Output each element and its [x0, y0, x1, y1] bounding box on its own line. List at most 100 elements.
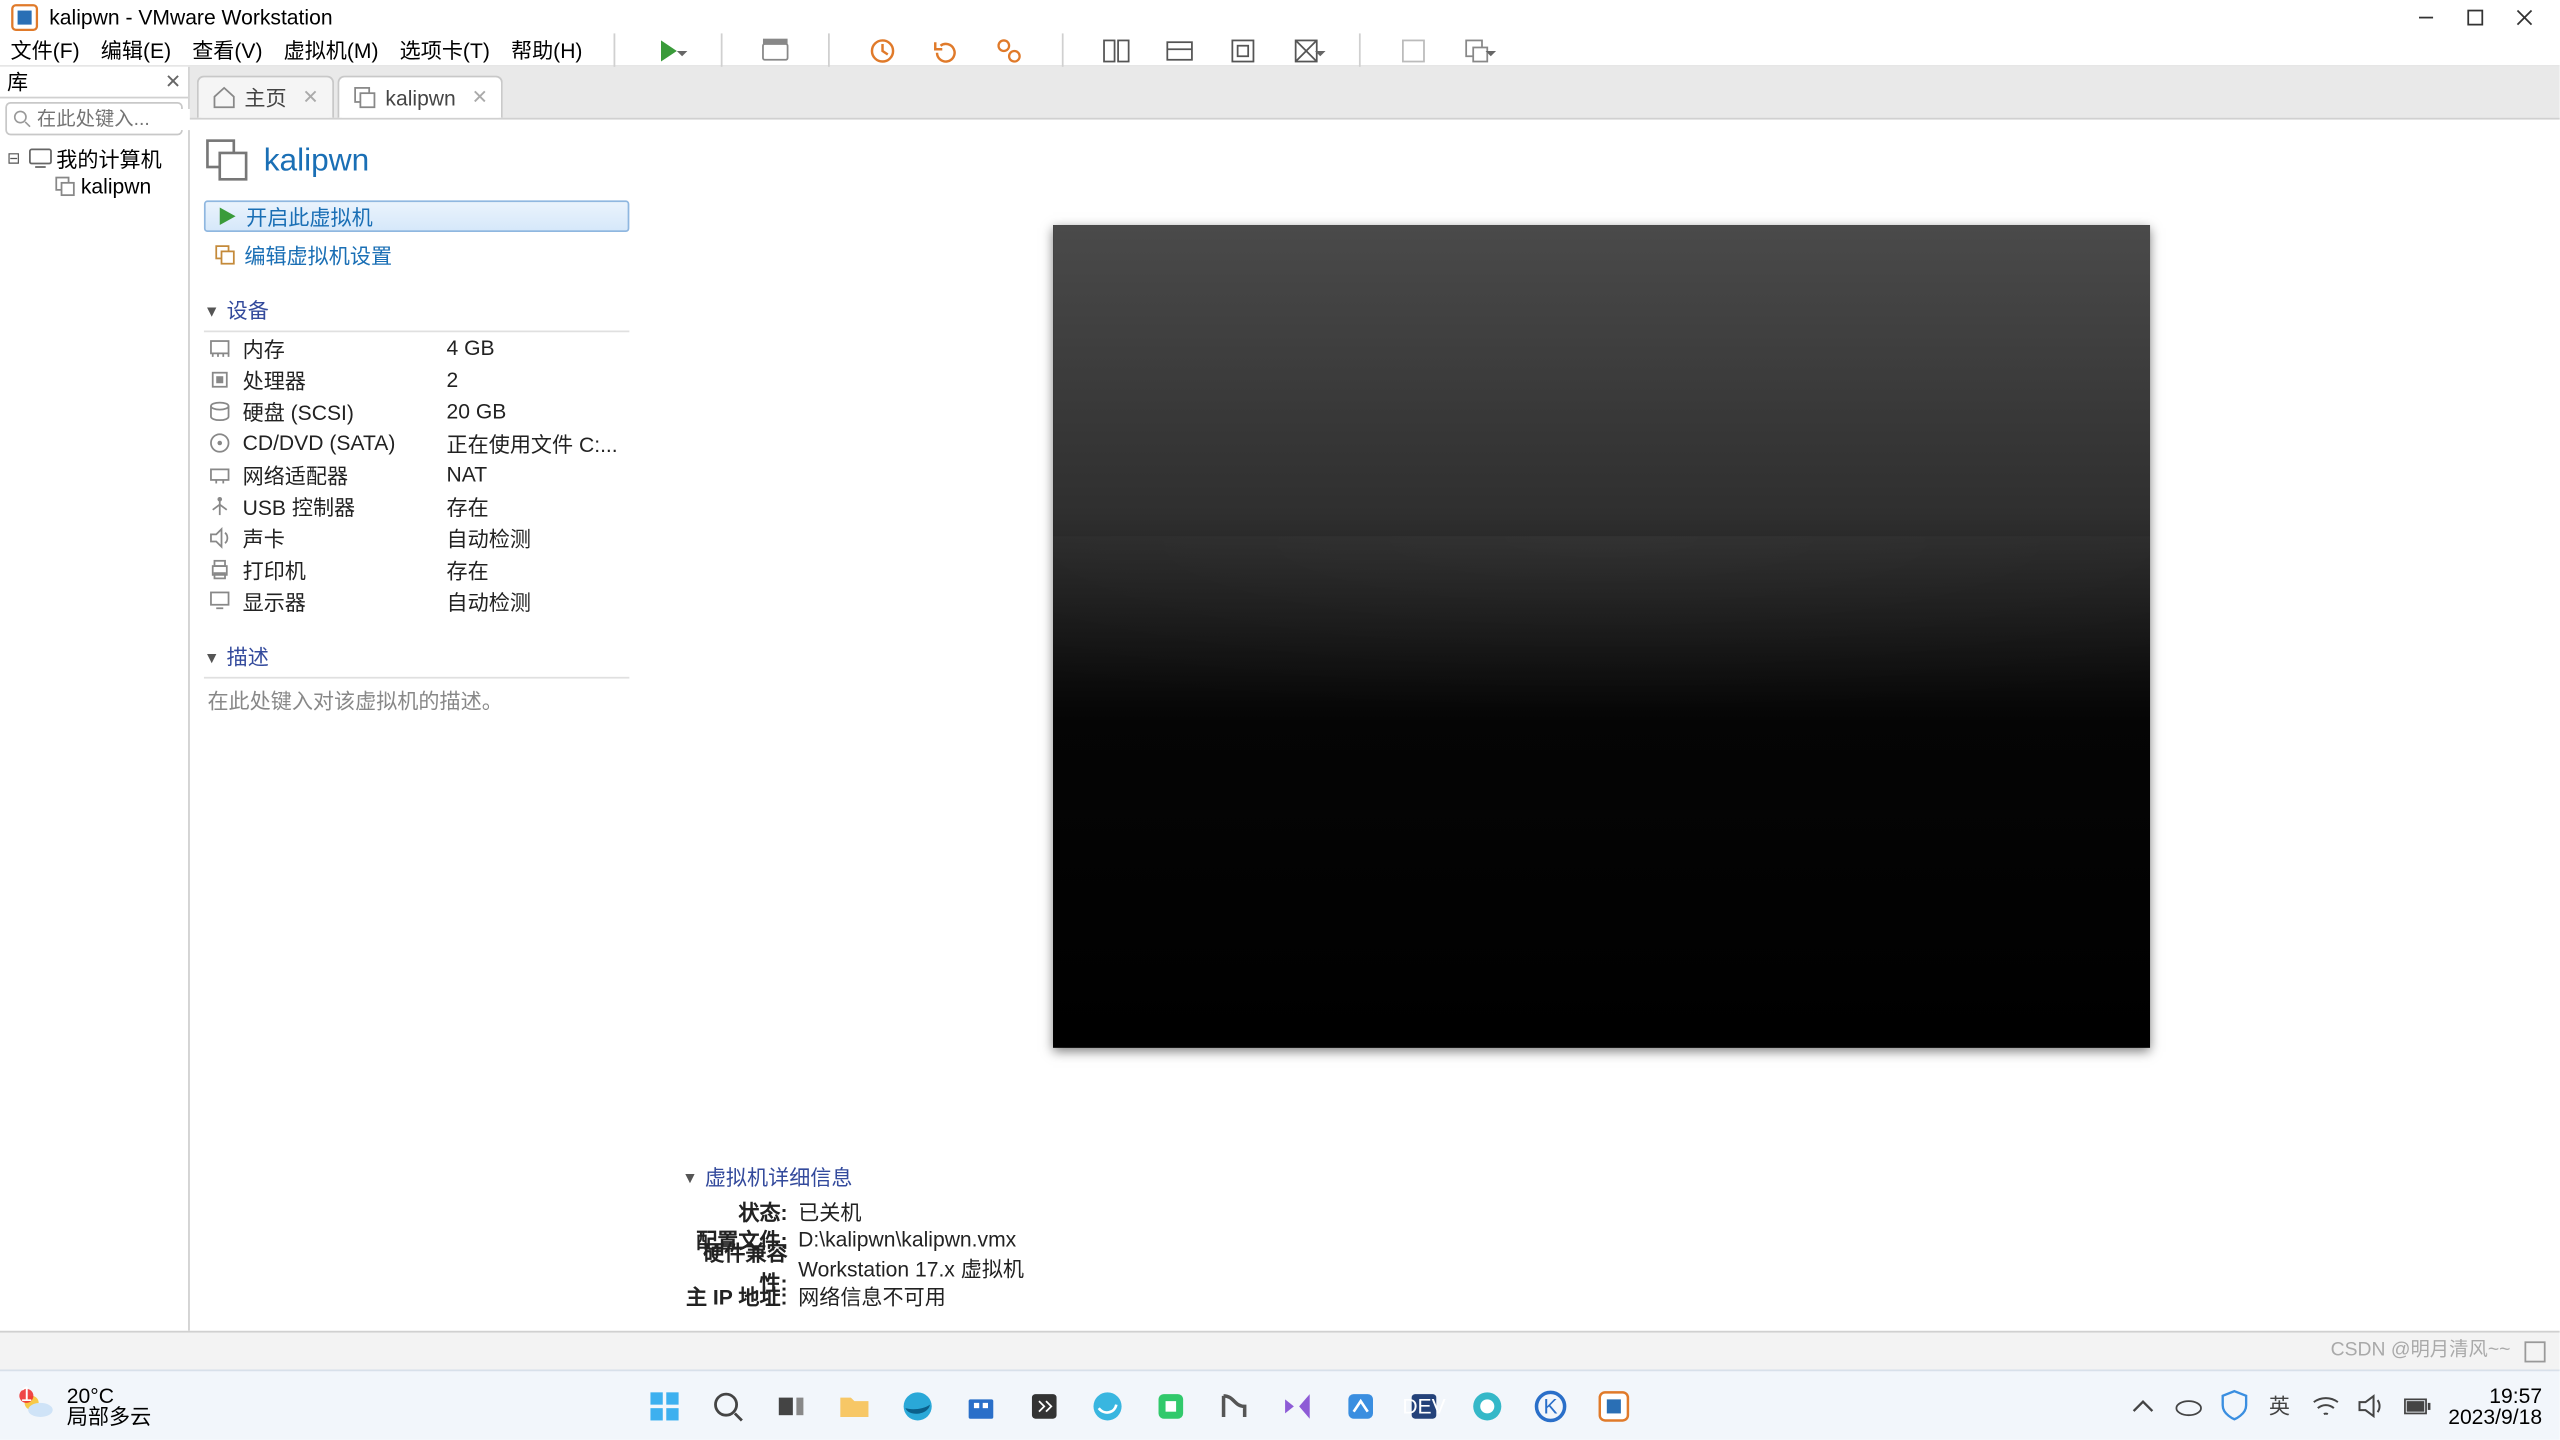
device-label: CD/DVD (SATA)	[243, 431, 436, 456]
device-value: 2	[447, 367, 459, 392]
thumbnail-button[interactable]	[1393, 29, 1435, 71]
taskbar-app-6[interactable]: DEV	[1400, 1381, 1449, 1430]
library-close-button[interactable]: ✕	[165, 70, 181, 93]
snapshot-button[interactable]	[862, 29, 904, 71]
taskbar-app-2[interactable]	[1083, 1381, 1132, 1430]
vm-icon	[354, 86, 377, 109]
tree-my-computer[interactable]: ⊟ 我的计算机	[4, 144, 185, 172]
snapshot-manager-button[interactable]	[989, 29, 1031, 71]
device-row[interactable]: 声卡自动检测	[204, 522, 629, 554]
tray-clock[interactable]: 19:57 2023/9/18	[2448, 1384, 2542, 1426]
taskbar-app-4[interactable]	[1210, 1381, 1259, 1430]
taskbar-taskview-button[interactable]	[767, 1381, 816, 1430]
device-value: NAT	[447, 462, 488, 487]
device-value: 自动检测	[447, 586, 531, 616]
taskbar-start-button[interactable]	[640, 1381, 689, 1430]
device-row[interactable]: 处理器2	[204, 364, 629, 396]
vm-large-icon	[204, 137, 250, 183]
stretch-button[interactable]	[1456, 29, 1498, 71]
disk-icon	[207, 399, 232, 424]
maximize-button[interactable]	[2451, 0, 2500, 35]
tab-home[interactable]: 主页 ✕	[197, 76, 335, 118]
detail-value: Workstation 17.x 虚拟机	[798, 1253, 1024, 1283]
library-search[interactable]	[5, 102, 183, 135]
tab-vm-kalipwn[interactable]: kalipwn ✕	[338, 76, 504, 118]
action-label: 编辑虚拟机设置	[244, 240, 392, 270]
device-row[interactable]: 网络适配器NAT	[204, 459, 629, 491]
power-on-vm-button[interactable]: 开启此虚拟机	[204, 200, 629, 232]
watermark: CSDN @明月清风~~	[2331, 1334, 2511, 1362]
tab-close-icon[interactable]: ✕	[302, 86, 318, 109]
weather-icon: 1	[18, 1386, 57, 1425]
device-label: 内存	[243, 333, 436, 363]
devices-section-header[interactable]: ▼设备	[204, 295, 629, 332]
action-label: 开启此虚拟机	[246, 201, 373, 231]
close-button[interactable]	[2500, 0, 2549, 35]
description-placeholder[interactable]: 在此处键入对该虚拟机的描述。	[204, 679, 629, 723]
tray-security-icon[interactable]	[2220, 1391, 2248, 1419]
view-single-button[interactable]	[1159, 29, 1201, 71]
taskbar-visualstudio-button[interactable]	[1273, 1381, 1322, 1430]
tray-volume-icon[interactable]	[2357, 1391, 2385, 1419]
taskbar-app-7[interactable]	[1463, 1381, 1512, 1430]
revert-snapshot-button[interactable]	[925, 29, 967, 71]
tray-battery-icon[interactable]	[2402, 1391, 2430, 1419]
device-row[interactable]: 打印机存在	[204, 554, 629, 586]
send-ctrl-alt-del-button[interactable]	[755, 29, 797, 71]
tray-chevron-icon[interactable]	[2128, 1391, 2156, 1419]
device-label: USB 控制器	[243, 491, 436, 521]
weather-temp: 20°C	[67, 1384, 151, 1405]
view-console-button[interactable]	[1096, 29, 1138, 71]
device-row[interactable]: 显示器自动检测	[204, 585, 629, 617]
resize-grip-icon[interactable]	[2524, 1340, 2545, 1361]
taskbar-app-8[interactable]: K	[1526, 1381, 1575, 1430]
unity-button[interactable]	[1286, 29, 1328, 71]
menu-file[interactable]: 文件(F)	[11, 35, 80, 65]
taskbar-app-1[interactable]	[1020, 1381, 1069, 1430]
tab-close-icon[interactable]: ✕	[472, 86, 488, 109]
device-row[interactable]: 硬盘 (SCSI) 20 GB	[204, 396, 629, 428]
tab-label: 主页	[244, 83, 286, 113]
taskbar-edge-button[interactable]	[894, 1381, 943, 1430]
device-label: 显示器	[243, 586, 436, 616]
sound-icon	[207, 526, 232, 551]
device-row[interactable]: 内存4 GB	[204, 332, 629, 364]
search-icon	[12, 109, 31, 128]
fullscreen-button[interactable]	[1222, 29, 1264, 71]
device-row[interactable]: USB 控制器存在	[204, 490, 629, 522]
device-label: 声卡	[243, 523, 436, 553]
tray-wifi-icon[interactable]	[2311, 1391, 2339, 1419]
device-value: 20 GB	[447, 399, 507, 424]
menu-help[interactable]: 帮助(H)	[511, 35, 583, 65]
menu-tabs[interactable]: 选项卡(T)	[400, 35, 490, 65]
taskbar-weather[interactable]: 1 20°C 局部多云	[18, 1384, 152, 1426]
tray-ime[interactable]: 英	[2265, 1391, 2293, 1419]
tree-vm-kalipwn[interactable]: kalipwn	[4, 172, 185, 200]
edit-vm-settings-button[interactable]: 编辑虚拟机设置	[204, 239, 629, 271]
menu-view[interactable]: 查看(V)	[192, 35, 262, 65]
vm-screen-thumbnail[interactable]	[1053, 224, 2150, 1047]
svg-text:K: K	[1544, 1395, 1558, 1418]
taskbar-store-button[interactable]	[957, 1381, 1006, 1430]
description-section-header[interactable]: ▼描述	[204, 642, 629, 679]
device-label: 硬盘 (SCSI)	[243, 396, 436, 426]
app-statusbar	[0, 1331, 2560, 1370]
menu-edit[interactable]: 编辑(E)	[101, 35, 171, 65]
menu-vm[interactable]: 虚拟机(M)	[284, 35, 379, 65]
details-section-header[interactable]: ▼虚拟机详细信息	[682, 1162, 2545, 1197]
tree-label: kalipwn	[81, 174, 151, 199]
taskbar-explorer-button[interactable]	[830, 1381, 879, 1430]
device-row[interactable]: CD/DVD (SATA)正在使用文件 C:...	[204, 427, 629, 459]
detail-value: 已关机	[798, 1196, 861, 1226]
display-icon	[207, 589, 232, 614]
tray-onedrive-icon[interactable]	[2174, 1391, 2202, 1419]
tab-strip: 主页 ✕ kalipwn ✕	[190, 67, 2560, 120]
taskbar-search-button[interactable]	[704, 1381, 753, 1430]
computer-icon	[28, 146, 53, 171]
detail-key: 主 IP 地址:	[682, 1281, 787, 1311]
taskbar-app-5[interactable]	[1337, 1381, 1386, 1430]
minimize-button[interactable]	[2401, 0, 2450, 35]
taskbar-app-3[interactable]	[1147, 1381, 1196, 1430]
power-on-button[interactable]	[648, 29, 690, 71]
taskbar-vmware-button[interactable]	[1590, 1381, 1639, 1430]
